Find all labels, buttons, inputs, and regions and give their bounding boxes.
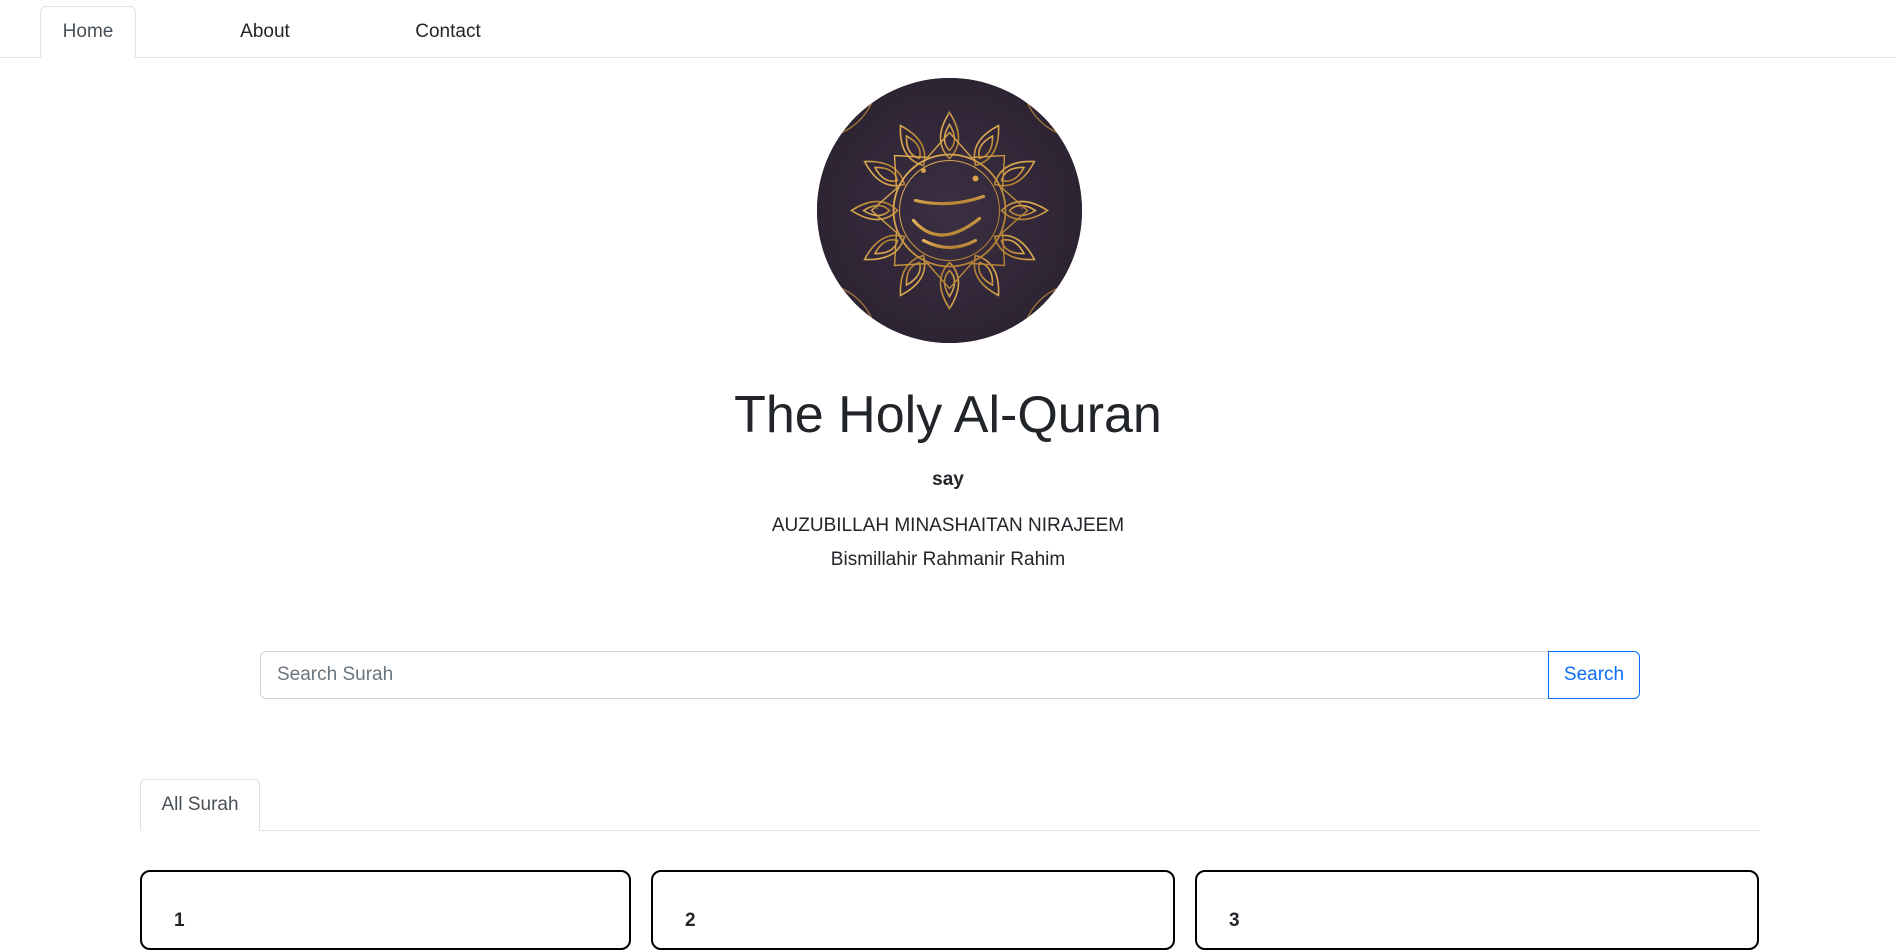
surah-number: 2: [685, 910, 696, 931]
top-navigation: Home About Contact: [0, 0, 1896, 58]
surah-card[interactable]: 3: [1195, 870, 1759, 950]
surah-card[interactable]: 2: [651, 870, 1175, 950]
tabs-divider: [140, 830, 1760, 831]
auzubillah-text: AUZUBILLAH MINASHAITAN NIRAJEEM: [771, 515, 1125, 536]
quran-logo: [817, 78, 1082, 343]
nav-contact-link[interactable]: Contact: [402, 6, 494, 58]
bismillah-text: Bismillahir Rahmanir Rahim: [830, 549, 1066, 570]
surah-number: 1: [174, 910, 185, 931]
surah-card[interactable]: 1: [140, 870, 631, 950]
quran-calligraphy-icon: [817, 78, 1082, 343]
nav-about-link[interactable]: About: [220, 6, 310, 58]
page-title: The Holy Al-Quran: [734, 386, 1162, 444]
tab-all-surah[interactable]: All Surah: [140, 779, 260, 831]
search-button[interactable]: Search: [1548, 651, 1640, 699]
surah-number: 3: [1229, 910, 1240, 931]
search-surah-input[interactable]: [260, 651, 1549, 699]
nav-home-link[interactable]: Home: [40, 6, 136, 58]
say-label: say: [932, 469, 964, 490]
